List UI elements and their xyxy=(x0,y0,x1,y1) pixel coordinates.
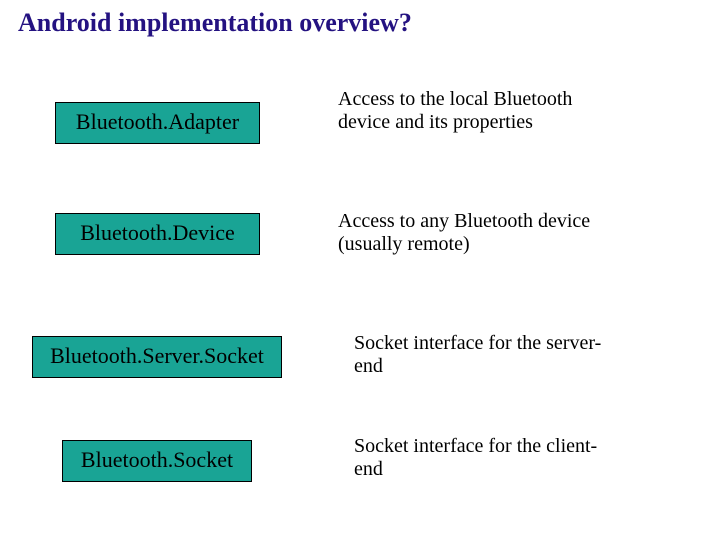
class-desc-bluetooth-socket: Socket interface for the client-end xyxy=(354,435,614,481)
class-label: Bluetooth.Socket xyxy=(81,447,233,472)
slide: Android implementation overview? Bluetoo… xyxy=(0,0,720,540)
class-desc-bluetooth-server-socket: Socket interface for the server-end xyxy=(354,332,614,378)
class-label: Bluetooth.Server.Socket xyxy=(50,343,264,368)
class-box-bluetooth-adapter: Bluetooth.Adapter xyxy=(55,102,260,144)
class-label: Bluetooth.Adapter xyxy=(76,109,239,134)
class-box-bluetooth-device: Bluetooth.Device xyxy=(55,213,260,255)
class-box-bluetooth-socket: Bluetooth.Socket xyxy=(62,440,252,482)
class-box-bluetooth-server-socket: Bluetooth.Server.Socket xyxy=(32,336,282,378)
class-label: Bluetooth.Device xyxy=(80,220,235,245)
class-desc-bluetooth-adapter: Access to the local Bluetooth device and… xyxy=(338,88,598,134)
class-desc-bluetooth-device: Access to any Bluetooth device (usually … xyxy=(338,210,598,256)
slide-title: Android implementation overview? xyxy=(18,8,412,38)
